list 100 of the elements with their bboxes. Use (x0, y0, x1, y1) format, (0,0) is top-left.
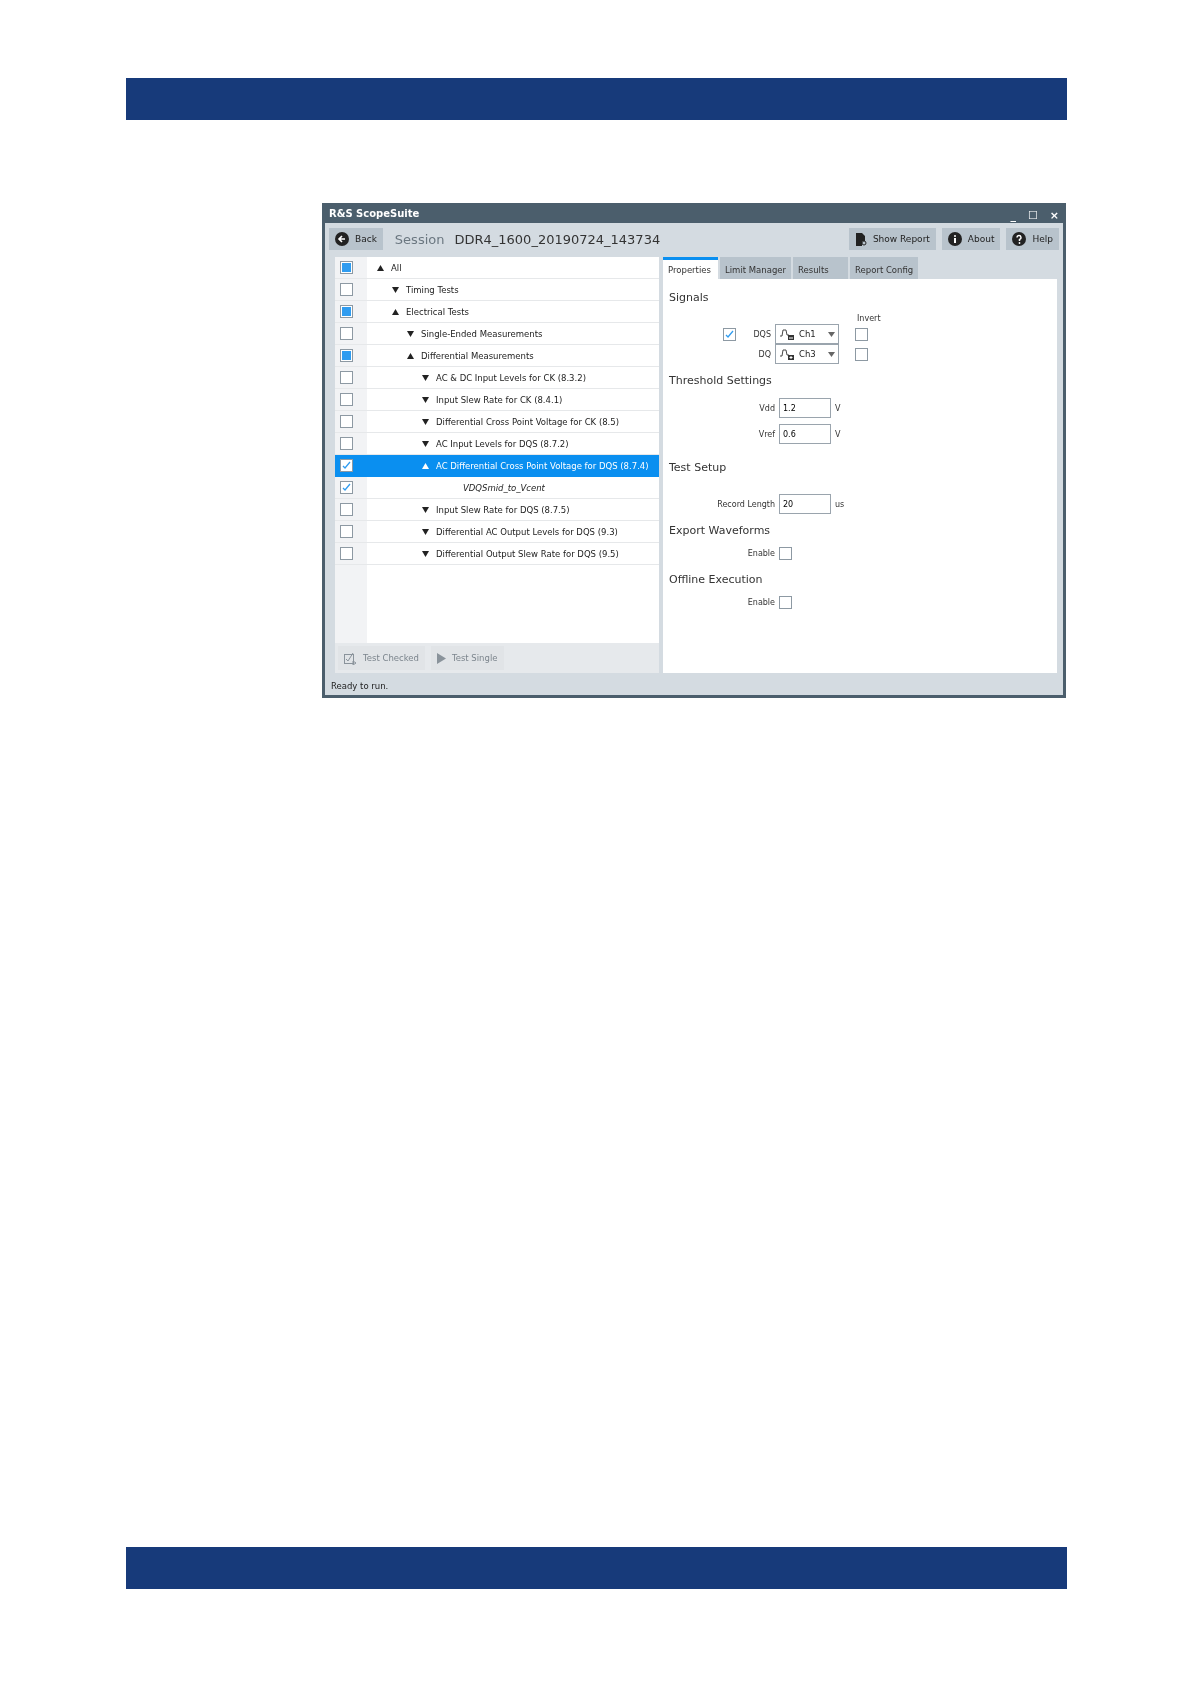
checkbox[interactable] (340, 547, 353, 560)
tree-label: Differential AC Output Levels for DQS (9.3) (436, 526, 618, 537)
checkbox[interactable] (855, 347, 868, 361)
session-name: DDR4_1600_20190724_143734 (454, 231, 662, 247)
tree-row[interactable]: AC & DC Input Levels for CK (8.3.2) (335, 367, 659, 389)
tree-row[interactable]: Input Slew Rate for DQS (8.7.5) (335, 499, 659, 521)
signal-label: DQ (757, 349, 771, 359)
tree-label: AC & DC Input Levels for CK (8.3.2) (436, 372, 586, 383)
input-field[interactable]: 20 (779, 494, 831, 514)
tree-label: Differential Measurements (421, 350, 534, 361)
waveform-icon (779, 327, 795, 341)
checkbox[interactable] (855, 327, 868, 341)
section-title: Signals (669, 291, 710, 304)
checkbox[interactable] (340, 283, 353, 296)
field-label: Enable (746, 597, 775, 607)
section-title: Threshold Settings (669, 374, 773, 387)
tree-row[interactable]: Electrical Tests (335, 301, 659, 323)
section-title: Export Waveforms (669, 524, 772, 537)
tab[interactable]: Limit Manager (720, 257, 792, 279)
tree-row[interactable]: Timing Tests (335, 279, 659, 301)
window-control[interactable]: ☐ (1027, 208, 1038, 222)
tree-label: Input Slew Rate for DQS (8.7.5) (436, 504, 570, 515)
tree-label: AC Input Levels for DQS (8.7.2) (436, 438, 569, 449)
checkbox[interactable] (340, 415, 353, 428)
checkbox[interactable] (340, 525, 353, 538)
caret-icon (828, 351, 835, 357)
checkbox[interactable] (340, 261, 353, 274)
checkbox[interactable] (340, 503, 353, 516)
waveform-icon (779, 347, 795, 361)
checkbox[interactable] (340, 437, 353, 450)
expand-icon[interactable] (422, 418, 429, 425)
tree-row[interactable]: VDQSmid_to_Vcent (335, 477, 659, 499)
expand-icon[interactable] (422, 506, 429, 513)
toolbar-button[interactable]: About (941, 228, 1001, 250)
tree-row[interactable]: All (335, 257, 659, 279)
help-icon (1012, 232, 1027, 246)
tree-label: Differential Output Slew Rate for DQS (9.5) (436, 548, 619, 559)
info-icon (947, 232, 962, 246)
toolbar-button[interactable]: Show Report (848, 228, 936, 250)
input-field[interactable]: 0.6 (779, 424, 831, 444)
checkbox[interactable] (779, 595, 792, 609)
channel-dropdown[interactable]: Ch3 (775, 344, 839, 364)
expand-icon[interactable] (422, 374, 429, 381)
checkbox[interactable] (340, 393, 353, 406)
tree-row[interactable]: Differential AC Output Levels for DQS (9.3) (335, 521, 659, 543)
expand-icon[interactable] (422, 396, 429, 403)
collapse-icon[interactable] (407, 352, 414, 359)
checklist-icon (344, 651, 357, 665)
checkbox[interactable] (340, 349, 353, 362)
checkbox[interactable] (340, 371, 353, 384)
checkbox[interactable] (723, 327, 736, 341)
column-header: Invert (857, 313, 881, 323)
field-label: Vdd (758, 403, 775, 413)
channel-dropdown[interactable]: Ch1 (775, 324, 839, 344)
field-label: Enable (746, 548, 775, 558)
unit-label: V (835, 403, 841, 413)
tree-label: Differential Cross Point Voltage for CK (8.5) (436, 416, 620, 427)
tree-row[interactable]: Differential Output Slew Rate for DQS (9.5) (335, 543, 659, 565)
checkbox[interactable] (340, 481, 353, 494)
checkbox[interactable] (779, 546, 792, 560)
expand-icon[interactable] (422, 528, 429, 535)
expand-icon[interactable] (422, 550, 429, 557)
expand-icon[interactable] (422, 440, 429, 447)
tab[interactable]: Results (793, 257, 849, 279)
tree-label: Timing Tests (406, 284, 459, 295)
toolbar-button[interactable]: Help (1006, 228, 1059, 250)
tree-row[interactable]: Differential Measurements (335, 345, 659, 367)
input-field[interactable]: 1.2 (779, 398, 831, 418)
window-title: R&S ScopeSuite (329, 207, 420, 219)
tree-row[interactable]: Single-Ended Measurements (335, 323, 659, 345)
tree-label: VDQSmid_to_Vcent (463, 482, 545, 493)
tree-label: AC Differential Cross Point Voltage for DQS (8.7.4) (436, 460, 649, 471)
collapse-icon[interactable] (377, 264, 384, 271)
field-label: Record Length (716, 499, 775, 509)
expand-icon[interactable] (407, 330, 414, 337)
back-icon (335, 232, 349, 246)
tab[interactable]: Properties (663, 257, 718, 279)
unit-label: V (835, 429, 841, 439)
play-icon (436, 652, 446, 664)
collapse-icon[interactable] (392, 308, 399, 315)
session-label: Session (394, 231, 445, 247)
checkbox[interactable] (340, 305, 353, 318)
checkbox[interactable] (340, 459, 353, 472)
checkbox[interactable] (340, 327, 353, 340)
expand-icon[interactable] (392, 286, 399, 293)
tree-label: Electrical Tests (406, 306, 469, 317)
section-title: Test Setup (669, 461, 728, 474)
tree-label: All (391, 262, 402, 273)
tree-row[interactable]: Differential Cross Point Voltage for CK (8.5) (335, 411, 659, 433)
window-control[interactable]: × (1049, 208, 1059, 222)
window-control[interactable]: _ (1010, 208, 1016, 222)
back-button[interactable]: Back (329, 228, 383, 250)
tree-label: Input Slew Rate for CK (8.4.1) (436, 394, 563, 405)
tree-label: Single-Ended Measurements (421, 328, 543, 339)
unit-label: us (835, 499, 845, 509)
tab[interactable]: Report Config (850, 257, 919, 279)
signal-label: DQS (752, 329, 771, 339)
section-title: Offline Execution (669, 573, 764, 586)
tree-row[interactable]: Input Slew Rate for CK (8.4.1) (335, 389, 659, 411)
report-icon (854, 232, 867, 246)
